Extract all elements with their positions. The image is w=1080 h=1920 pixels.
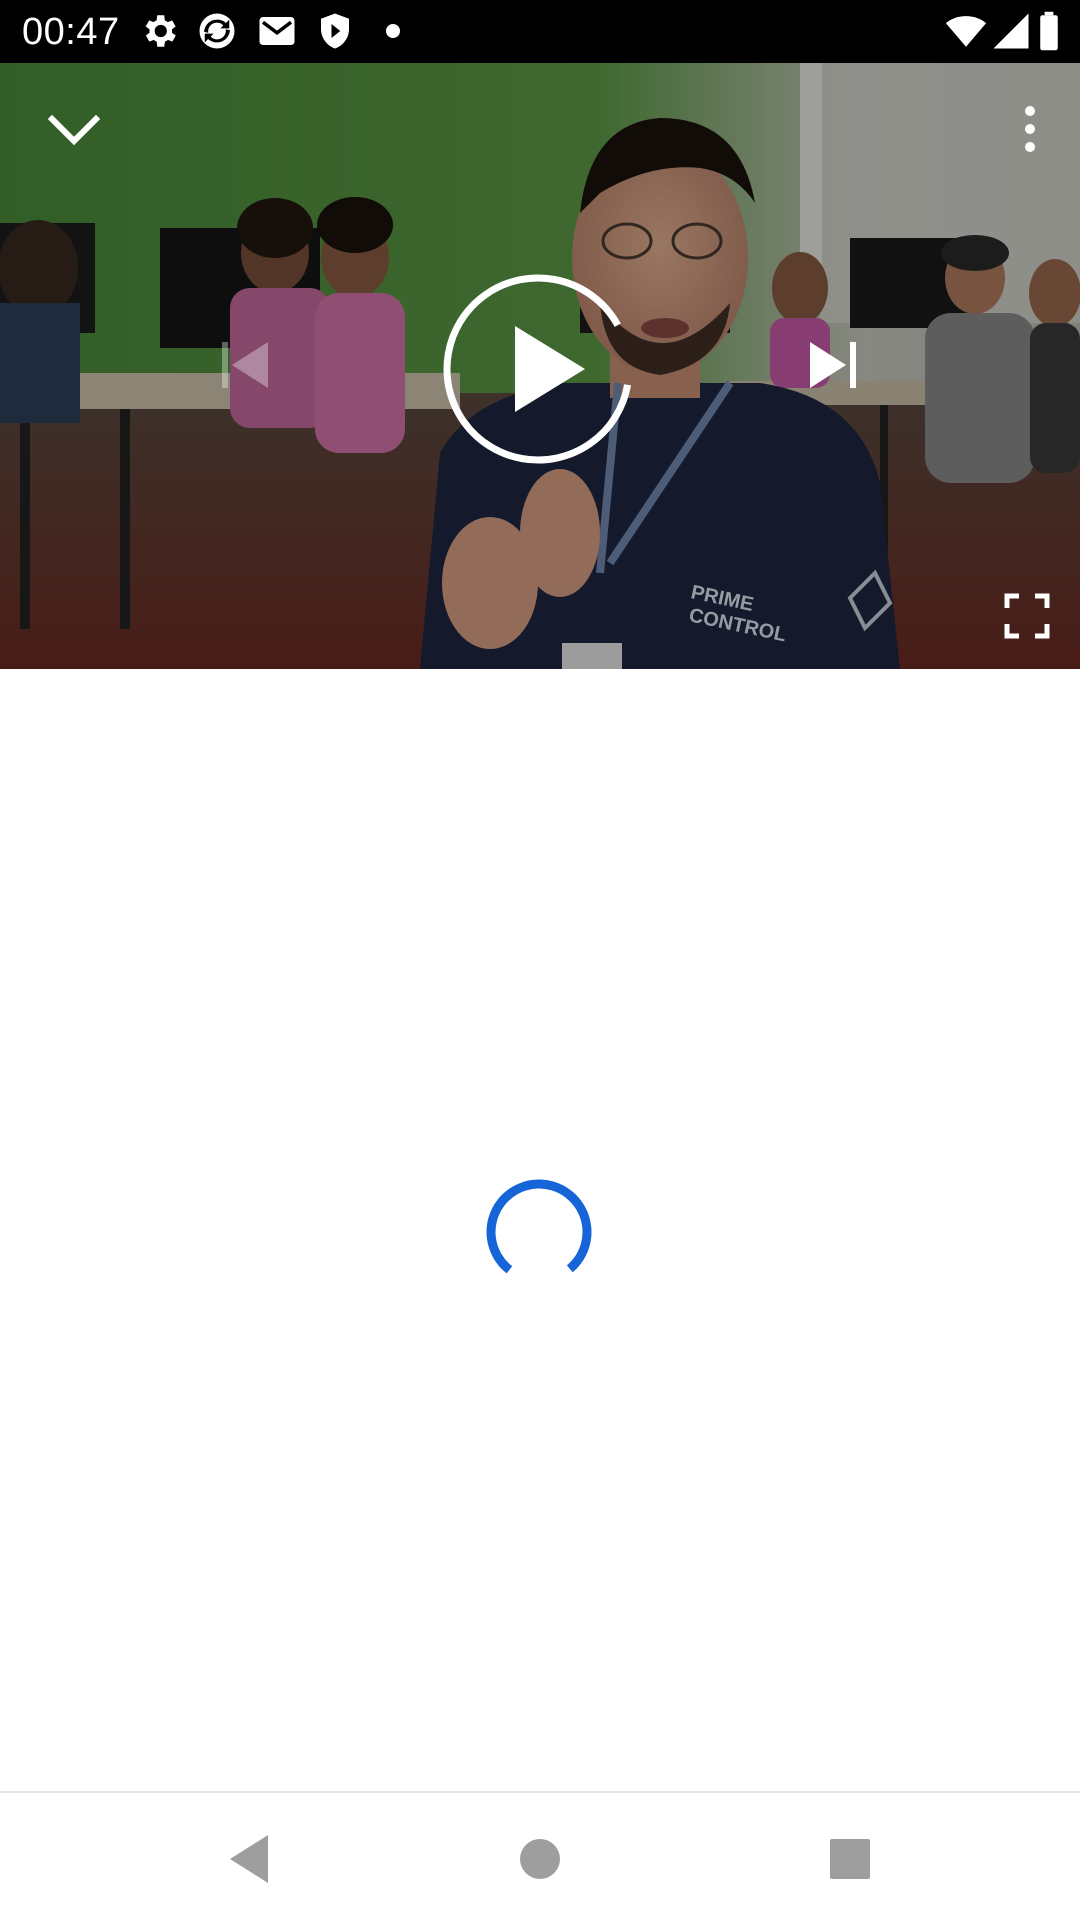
shield-play-icon	[314, 10, 356, 52]
gmail-icon	[256, 10, 298, 52]
status-time: 00:47	[22, 11, 120, 53]
home-icon[interactable]	[510, 1829, 570, 1889]
recents-icon[interactable]	[820, 1829, 880, 1889]
back-icon[interactable]	[220, 1829, 280, 1889]
navigation-bar	[0, 1791, 1080, 1920]
signal-icon	[990, 10, 1032, 52]
fullscreen-icon[interactable]	[1004, 593, 1050, 639]
loading-spinner	[484, 1177, 594, 1287]
battery-icon	[1036, 10, 1062, 52]
skip-previous-icon[interactable]	[218, 340, 270, 390]
chevron-down-icon[interactable]	[44, 105, 104, 155]
play-icon[interactable]	[440, 271, 636, 467]
content-area	[0, 669, 1080, 1791]
skip-next-icon[interactable]	[808, 340, 860, 390]
dot-icon	[372, 10, 414, 52]
video-player[interactable]: PRIME CONTROL	[0, 63, 1080, 669]
wifi-icon	[944, 10, 988, 52]
status-bar: 00:47	[0, 0, 1080, 63]
sync-icon	[196, 10, 238, 52]
settings-icon	[138, 10, 180, 52]
more-vertical-icon[interactable]	[1010, 103, 1050, 155]
